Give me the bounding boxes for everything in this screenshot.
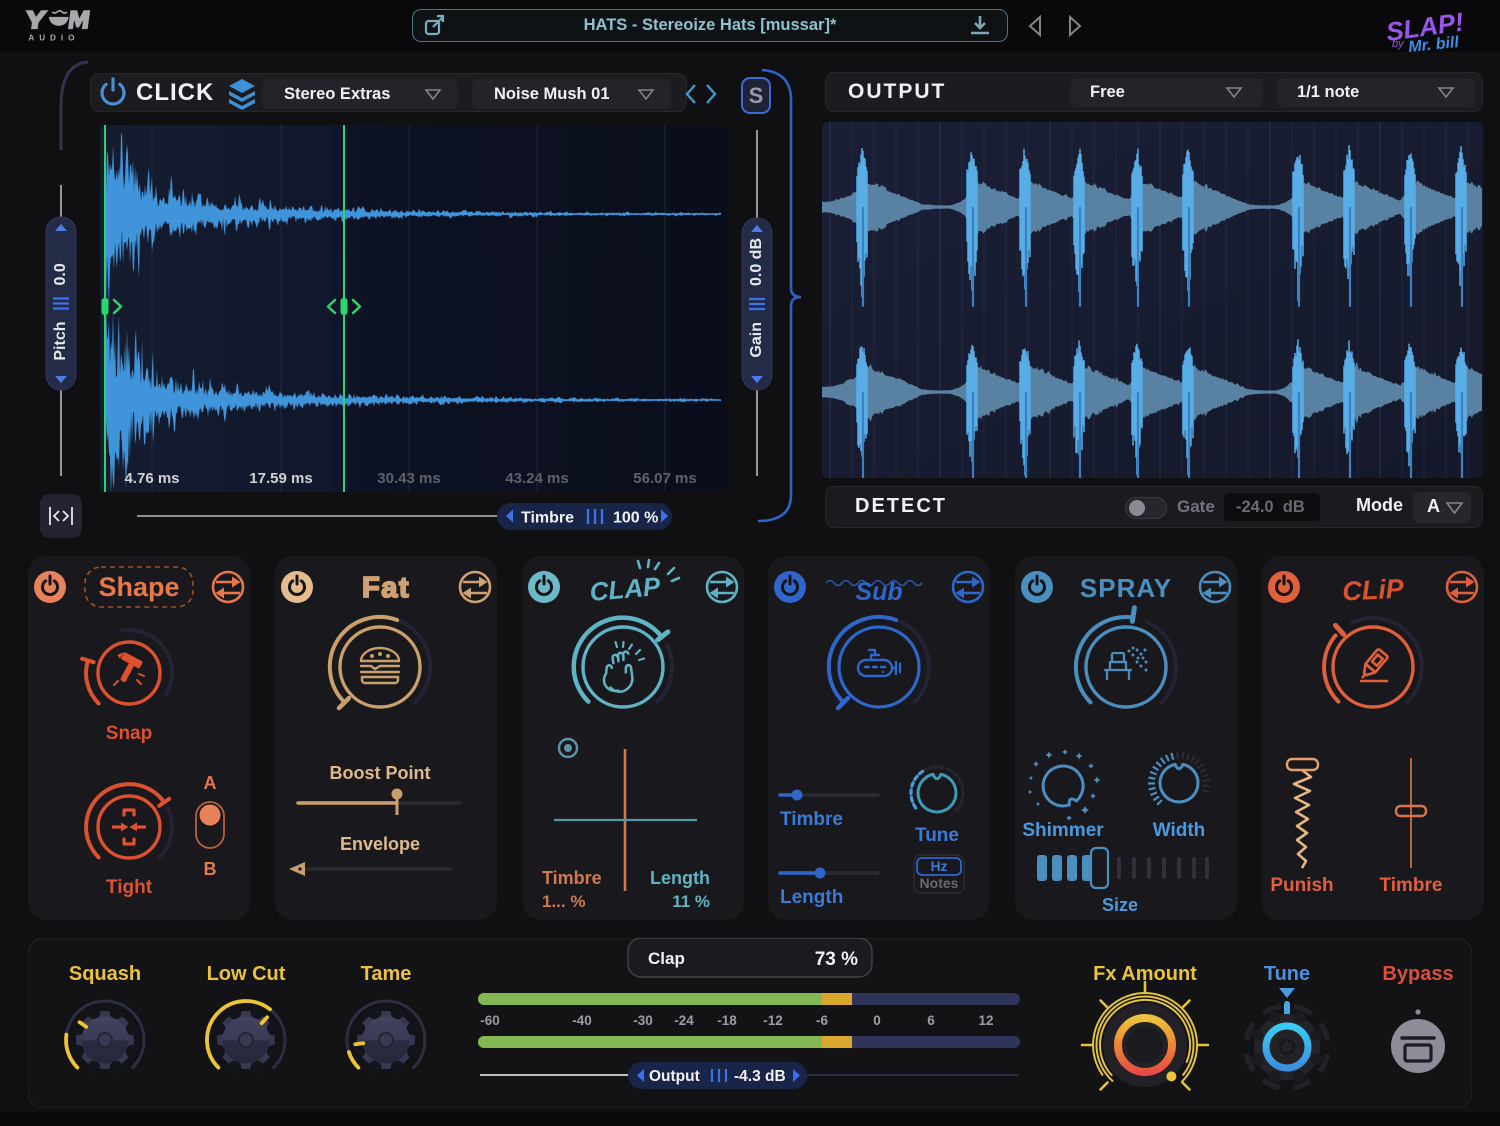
svg-text:100 %: 100 % — [613, 510, 658, 527]
svg-text:Clap: Clap — [648, 949, 685, 968]
svg-text:Shimmer: Shimmer — [1022, 820, 1104, 841]
svg-text:0: 0 — [873, 1013, 881, 1028]
svg-text:Notes: Notes — [920, 875, 959, 891]
svg-text:CLiP: CLiP — [1341, 573, 1405, 606]
svg-text:Bypass: Bypass — [1382, 963, 1453, 985]
svg-text:-12: -12 — [763, 1013, 783, 1028]
svg-text:Timbre: Timbre — [780, 809, 843, 830]
svg-text:SPRAY: SPRAY — [1080, 573, 1172, 603]
svg-text:43.24 ms: 43.24 ms — [505, 470, 568, 487]
svg-text:Squash: Squash — [69, 963, 141, 985]
svg-text:Length: Length — [780, 887, 843, 908]
svg-text:Length: Length — [650, 868, 710, 888]
svg-text:-6: -6 — [816, 1013, 828, 1028]
svg-text:Sub: Sub — [855, 578, 902, 606]
svg-text:0.0: 0.0 — [52, 263, 69, 285]
svg-text:Tame: Tame — [361, 963, 412, 985]
svg-text:-30: -30 — [633, 1013, 653, 1028]
svg-text:17.59 ms: 17.59 ms — [249, 470, 312, 487]
svg-text:Hz: Hz — [930, 858, 947, 874]
svg-text:Output: Output — [649, 1068, 700, 1085]
svg-text:Gain: Gain — [748, 322, 765, 358]
svg-text:CLAP: CLAP — [588, 571, 662, 607]
svg-text:Fat: Fat — [362, 572, 410, 604]
svg-text:Shape: Shape — [98, 572, 179, 602]
svg-text:6: 6 — [927, 1013, 935, 1028]
svg-text:Boost Point: Boost Point — [330, 763, 431, 783]
svg-text:-40: -40 — [572, 1013, 592, 1028]
svg-text:73 %: 73 % — [815, 949, 858, 970]
svg-text:56.07 ms: 56.07 ms — [633, 470, 696, 487]
svg-text:12: 12 — [978, 1013, 993, 1028]
svg-text:Timbre: Timbre — [521, 510, 574, 527]
svg-text:-4.3 dB: -4.3 dB — [734, 1068, 786, 1085]
svg-text:Envelope: Envelope — [340, 834, 420, 854]
svg-text:Punish: Punish — [1270, 875, 1333, 896]
svg-text:30.43 ms: 30.43 ms — [377, 470, 440, 487]
svg-text:1... %: 1... % — [542, 892, 585, 911]
svg-text:11 %: 11 % — [672, 892, 710, 911]
svg-text:B: B — [204, 859, 217, 879]
svg-text:Tight: Tight — [106, 877, 153, 898]
svg-text:Width: Width — [1153, 820, 1206, 841]
svg-text:Tune: Tune — [1264, 963, 1310, 985]
svg-text:Tune: Tune — [915, 825, 959, 846]
svg-text:-24: -24 — [674, 1013, 694, 1028]
svg-text:Size: Size — [1102, 895, 1138, 915]
svg-text:Timbre: Timbre — [1379, 875, 1442, 896]
svg-text:4.76 ms: 4.76 ms — [124, 470, 179, 487]
svg-text:-60: -60 — [480, 1013, 500, 1028]
svg-text:by: by — [1392, 38, 1405, 50]
svg-text:Snap: Snap — [106, 723, 152, 744]
svg-text:Pitch: Pitch — [52, 322, 69, 361]
svg-text:Low Cut: Low Cut — [207, 963, 286, 985]
svg-text:A: A — [204, 773, 217, 793]
svg-text:Timbre: Timbre — [542, 868, 602, 888]
svg-text:0.0 dB: 0.0 dB — [748, 238, 765, 286]
svg-text:-18: -18 — [717, 1013, 737, 1028]
